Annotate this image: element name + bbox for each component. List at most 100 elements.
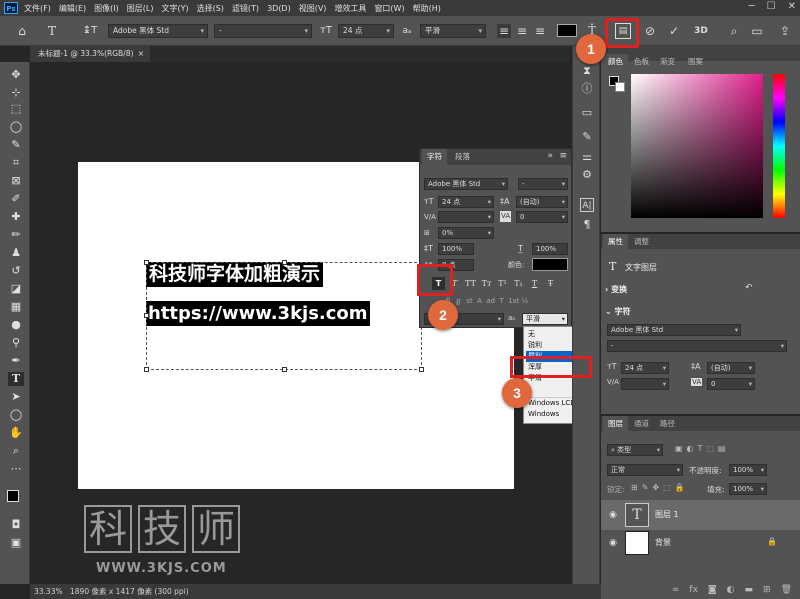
zoom-tool-icon[interactable]: ⌕ bbox=[8, 444, 24, 458]
adjustment-layer-icon[interactable]: ◐ bbox=[727, 582, 735, 599]
menu-file[interactable]: 文件(F) bbox=[24, 3, 51, 14]
text-orientation-icon[interactable]: ↨T bbox=[82, 24, 98, 38]
antialias-select[interactable]: 平滑 ▾ bbox=[420, 24, 486, 38]
type-tool-icon[interactable]: T bbox=[8, 372, 24, 386]
tab-paths[interactable]: 路径 bbox=[655, 416, 680, 431]
marquee-tool-icon[interactable]: ⬚ bbox=[8, 102, 24, 116]
tab-adjustments[interactable]: 调整 bbox=[629, 234, 654, 249]
align-right-icon[interactable]: ≡ bbox=[533, 24, 547, 38]
minimize-icon[interactable]: ─ bbox=[749, 1, 755, 12]
paragraph-panel-icon[interactable]: ¶ bbox=[580, 218, 594, 232]
transform-handle[interactable] bbox=[144, 367, 149, 372]
menu-view[interactable]: 视图(V) bbox=[299, 3, 327, 14]
brush-panel-icon[interactable]: ✎ bbox=[580, 130, 594, 144]
layer-row[interactable]: ◉ 背景 🔒 bbox=[601, 528, 800, 558]
crop-tool-icon[interactable]: ⌗ bbox=[8, 156, 24, 170]
menu-type[interactable]: 文字(Y) bbox=[161, 3, 188, 14]
lock-icons[interactable]: ⊞✎✥⬚🔒 bbox=[631, 483, 689, 492]
comments-panel-icon[interactable]: ▭ bbox=[580, 106, 594, 120]
brush-tool-icon[interactable]: ✏ bbox=[8, 228, 24, 242]
antialias-option-windows[interactable]: Windows bbox=[526, 409, 574, 420]
lasso-tool-icon[interactable]: ◯ bbox=[8, 120, 24, 134]
align-left-icon[interactable]: ≡ bbox=[497, 24, 511, 38]
blend-mode-select[interactable]: 正常 ▾ bbox=[607, 464, 683, 476]
background-color-swatch[interactable] bbox=[615, 82, 625, 92]
home-icon[interactable]: ⌂ bbox=[14, 24, 30, 38]
strikethrough-button[interactable]: T̶ bbox=[544, 277, 557, 290]
menu-3d[interactable]: 3D(D) bbox=[267, 4, 291, 13]
text-color-swatch[interactable] bbox=[557, 24, 577, 37]
pen-tool-icon[interactable]: ✒ bbox=[8, 354, 24, 368]
foreground-color-swatch[interactable] bbox=[7, 490, 19, 502]
fx-icon[interactable]: fx bbox=[689, 582, 698, 599]
close-tab-icon[interactable]: × bbox=[138, 46, 144, 62]
vertical-scale-field[interactable]: 100% bbox=[438, 243, 474, 255]
antialias-option-none[interactable]: 无 bbox=[526, 329, 574, 340]
visibility-eye-icon[interactable]: ◉ bbox=[607, 537, 619, 549]
menu-filter[interactable]: 滤镜(T) bbox=[232, 3, 259, 14]
move-tool-icon[interactable]: ✥ bbox=[8, 68, 24, 82]
path-select-tool-icon[interactable]: ➤ bbox=[8, 390, 24, 404]
clone-stamp-tool-icon[interactable]: ♟ bbox=[8, 246, 24, 260]
all-caps-button[interactable]: TT bbox=[464, 277, 477, 290]
small-caps-button[interactable]: Tт bbox=[480, 277, 493, 290]
transform-handle[interactable] bbox=[282, 260, 287, 265]
menu-help[interactable]: 帮助(H) bbox=[413, 3, 441, 14]
antialias-option-windows-lcd[interactable]: Windows LCD bbox=[526, 397, 576, 408]
blur-tool-icon[interactable]: ● bbox=[8, 318, 24, 332]
eraser-tool-icon[interactable]: ◪ bbox=[8, 282, 24, 296]
font-size-field[interactable]: 24 点 ▾ bbox=[621, 362, 669, 374]
menu-edit[interactable]: 编辑(E) bbox=[59, 3, 86, 14]
delete-layer-icon[interactable]: 🗑 bbox=[781, 582, 792, 599]
underline-button[interactable]: T bbox=[528, 277, 541, 290]
tab-gradients[interactable]: 渐变 bbox=[655, 54, 680, 69]
zoom-level[interactable]: 33.33% bbox=[34, 584, 63, 599]
document-size-info[interactable]: 1890 像素 x 1417 像素 (300 ppi) bbox=[70, 584, 189, 599]
quick-mask-icon[interactable]: ◘ bbox=[8, 518, 24, 532]
font-style-select[interactable]: - ▾ bbox=[607, 340, 787, 352]
document-tab[interactable]: 未标题-1 @ 33.3%(RGB/8) × bbox=[30, 46, 150, 62]
new-layer-icon[interactable]: ⊞ bbox=[763, 582, 771, 599]
gradient-tool-icon[interactable]: ▦ bbox=[8, 300, 24, 314]
kerning-field[interactable]: ▾ bbox=[621, 378, 669, 390]
opentype-buttons[interactable]: fi ℊ st A ad T 1st ½ bbox=[446, 295, 528, 307]
transform-handle[interactable] bbox=[144, 313, 149, 318]
shape-tool-icon[interactable]: ◯ bbox=[8, 408, 24, 422]
font-family-select[interactable]: Adobe 黑体 Std ▾ bbox=[424, 178, 508, 190]
transform-handle[interactable] bbox=[419, 367, 424, 372]
history-brush-tool-icon[interactable]: ↺ bbox=[8, 264, 24, 278]
healing-brush-tool-icon[interactable]: ✚ bbox=[8, 210, 24, 224]
font-size-field[interactable]: 24 点 ▾ bbox=[438, 196, 494, 208]
menu-layer[interactable]: 图层(L) bbox=[127, 3, 154, 14]
menu-window[interactable]: 窗口(W) bbox=[374, 3, 404, 14]
workspace-icon[interactable]: ▭ bbox=[750, 24, 764, 38]
tab-swatches[interactable]: 色板 bbox=[629, 54, 654, 69]
new-group-icon[interactable]: ▬ bbox=[745, 582, 754, 599]
menu-plugins[interactable]: 增效工具 bbox=[334, 3, 366, 14]
tracking-field[interactable]: 0 ▾ bbox=[707, 378, 755, 390]
search-icon[interactable]: ⌕ bbox=[727, 24, 741, 38]
transform-handle[interactable] bbox=[144, 260, 149, 265]
layer-row[interactable]: ◉ T 图层 1 bbox=[601, 500, 800, 530]
tab-color[interactable]: 颜色 bbox=[603, 54, 628, 69]
tab-channels[interactable]: 通道 bbox=[629, 416, 654, 431]
leading-field[interactable]: (自动) ▾ bbox=[707, 362, 755, 374]
3d-icon[interactable]: 3D bbox=[692, 24, 710, 38]
font-style-select[interactable]: - ▾ bbox=[214, 24, 312, 38]
tab-character[interactable]: 字符 bbox=[422, 149, 447, 165]
tab-properties[interactable]: 属性 bbox=[603, 234, 628, 249]
font-size-select[interactable]: 24 点 ▾ bbox=[338, 24, 394, 38]
text-color-swatch[interactable] bbox=[532, 258, 568, 271]
subscript-button[interactable]: T₁ bbox=[512, 277, 525, 290]
character-panel-icon[interactable]: A| bbox=[580, 198, 594, 212]
character-section-header[interactable]: ⌄ 字符 bbox=[605, 306, 631, 317]
info-panel-icon[interactable]: ⓘ bbox=[580, 82, 594, 96]
link-layers-icon[interactable]: ∞ bbox=[672, 582, 680, 599]
horizontal-scale-field[interactable]: 100% bbox=[532, 243, 568, 255]
collapse-panel-icon[interactable]: » bbox=[547, 151, 553, 161]
adjustments-panel-icon[interactable]: ⚌ bbox=[580, 150, 594, 164]
tracking-field[interactable]: 0 ▾ bbox=[516, 211, 568, 223]
visibility-eye-icon[interactable]: ◉ bbox=[607, 509, 619, 521]
reset-transform-icon[interactable]: ↶ bbox=[745, 283, 753, 293]
maximize-icon[interactable]: ☐ bbox=[767, 1, 776, 12]
